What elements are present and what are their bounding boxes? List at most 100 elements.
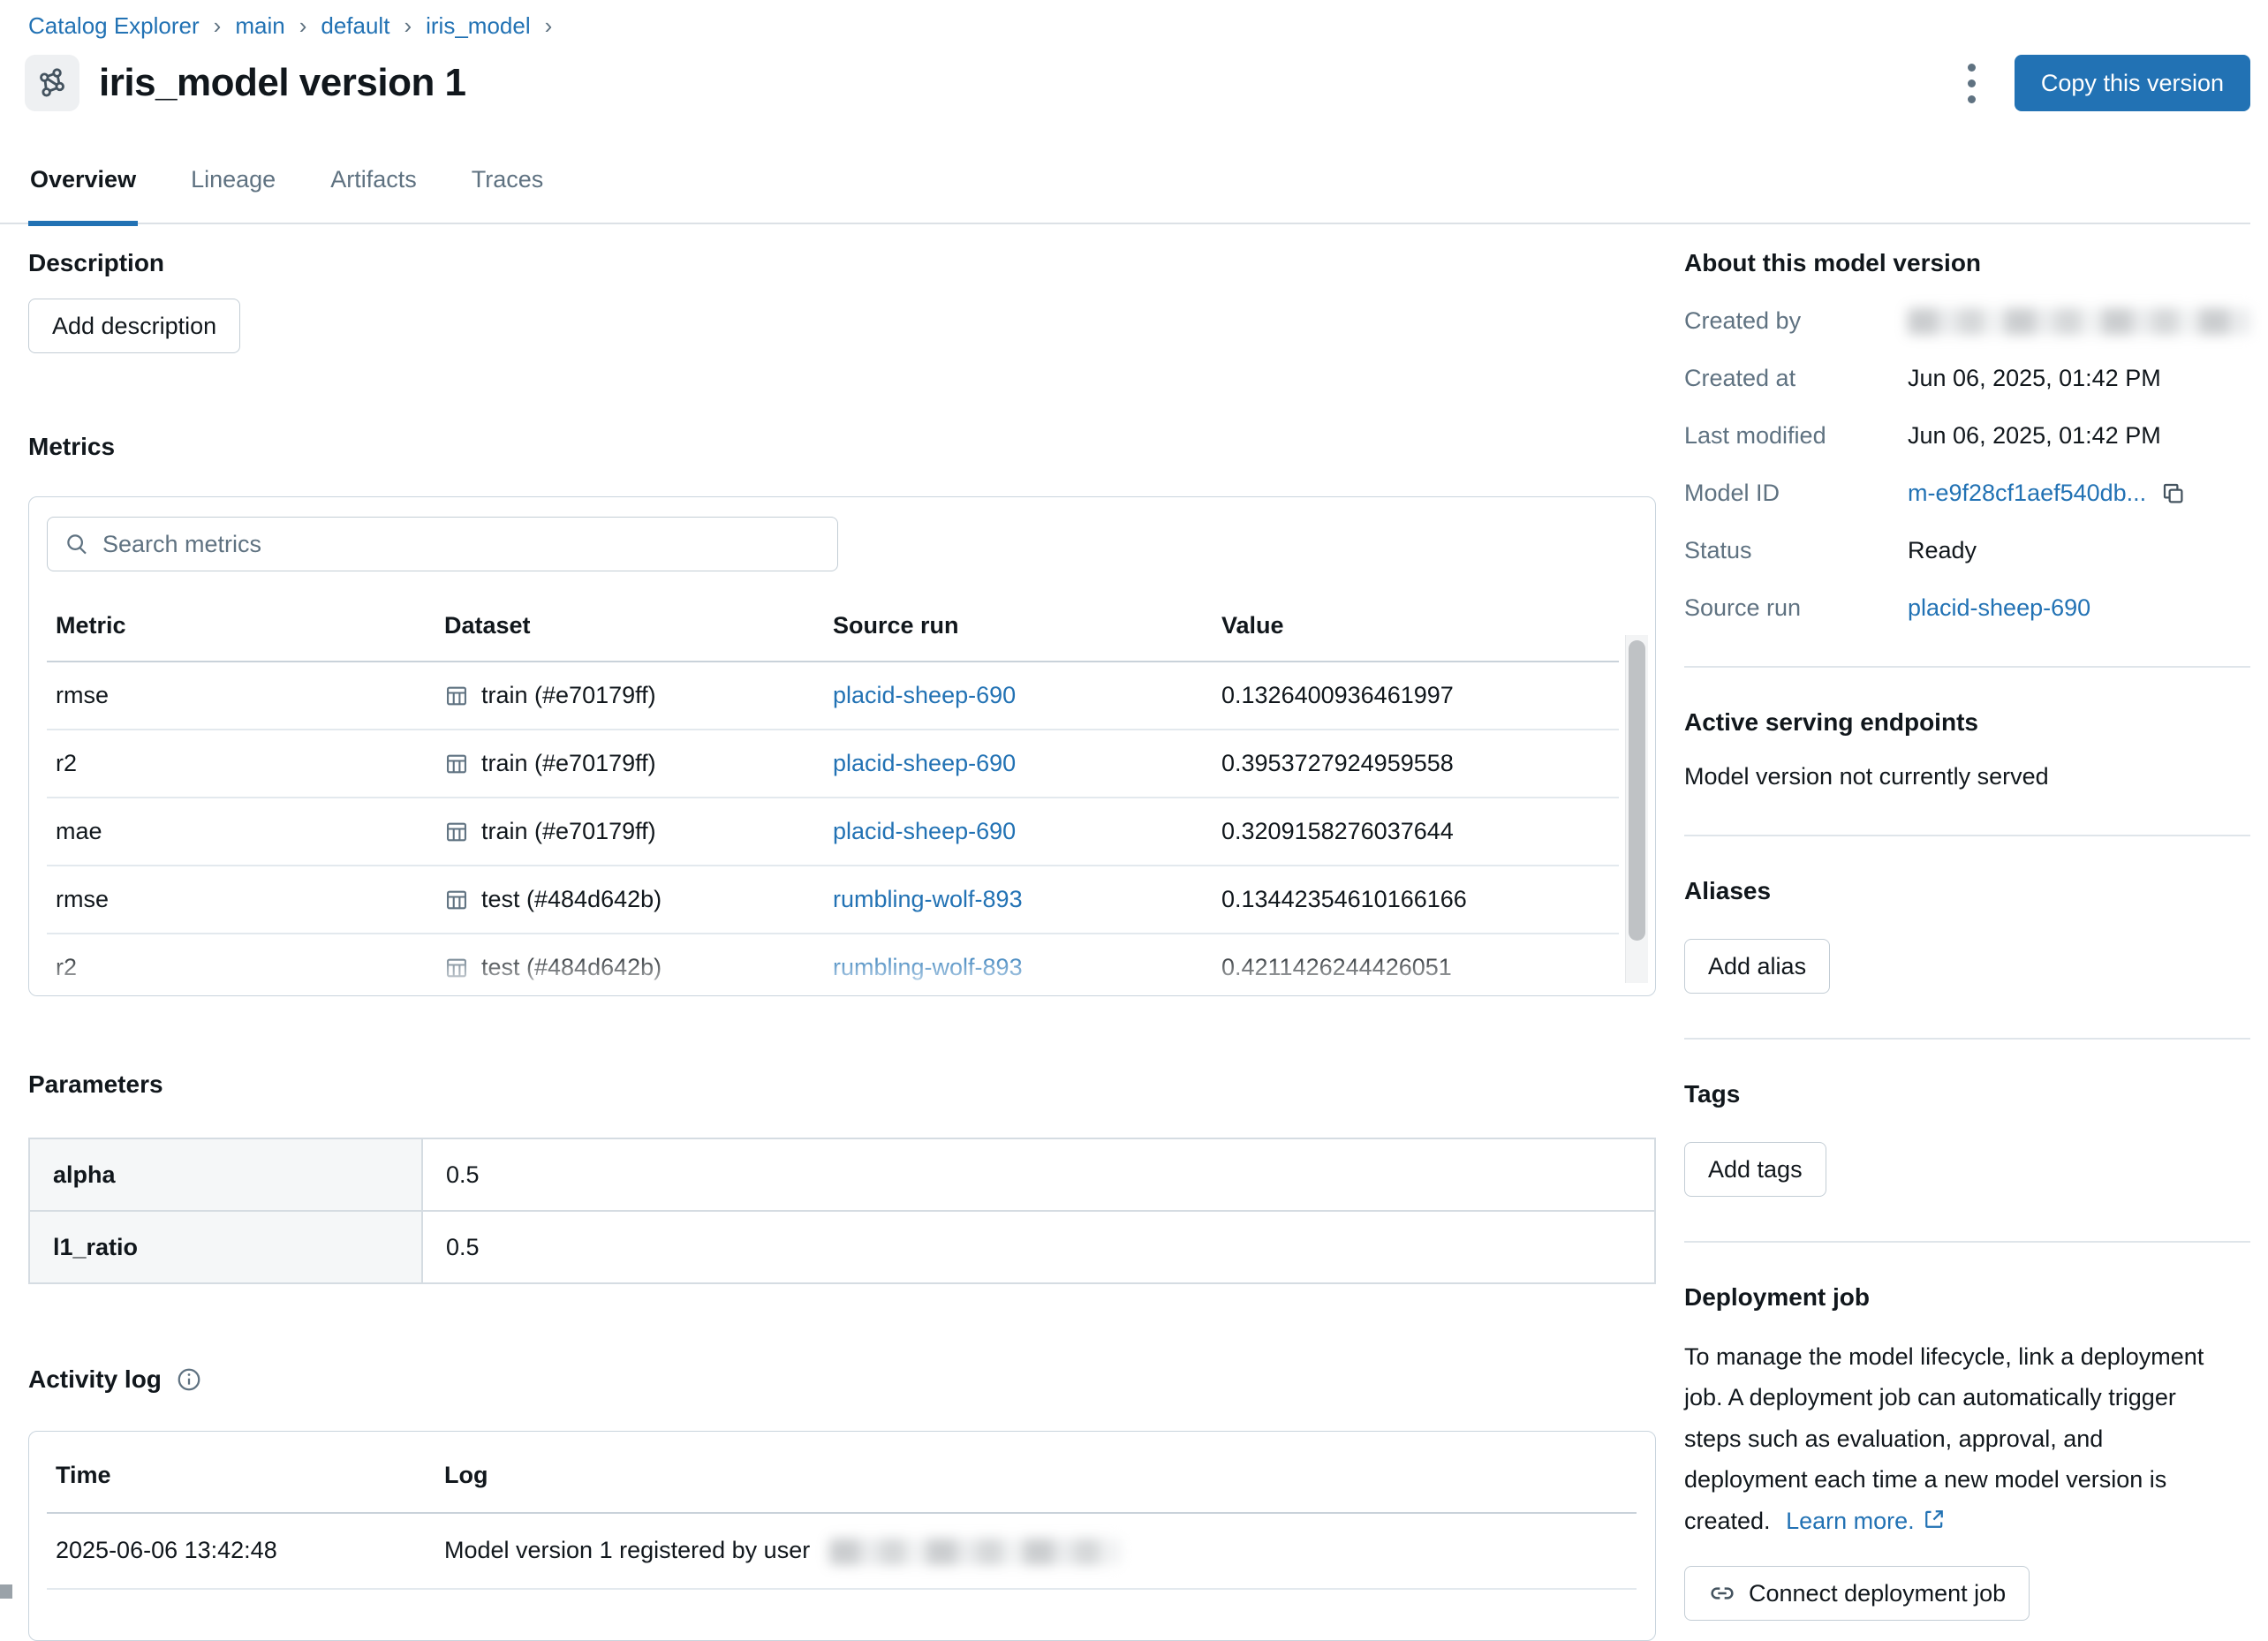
parameter-key: l1_ratio <box>29 1211 422 1283</box>
created-by-label: Created by <box>1684 307 1908 335</box>
metrics-col-dataset: Dataset <box>435 589 824 662</box>
metric-name: rmse <box>47 866 435 934</box>
search-metrics-input[interactable] <box>102 531 821 558</box>
model-graph-icon <box>35 66 69 100</box>
page-title: iris_model version 1 <box>99 61 466 105</box>
breadcrumb-separator: › <box>404 12 412 40</box>
tab-overview[interactable]: Overview <box>28 157 138 224</box>
tags-heading: Tags <box>1684 1080 2250 1108</box>
breadcrumb: Catalog Explorer › main › default › iris… <box>28 12 552 40</box>
created-at-label: Created at <box>1684 365 1908 392</box>
table-icon <box>444 820 469 844</box>
aliases-heading: Aliases <box>1684 877 2250 905</box>
info-icon[interactable] <box>176 1366 202 1393</box>
parameter-value: 0.5 <box>422 1138 1655 1211</box>
deployment-job-description: To manage the model lifecycle, link a de… <box>1684 1336 2232 1541</box>
learn-more-link[interactable]: Learn more. <box>1786 1508 1915 1534</box>
metrics-col-value: Value <box>1213 589 1619 662</box>
metrics-table: Metric Dataset Source run Value rmse tra… <box>47 589 1619 996</box>
add-description-button[interactable]: Add description <box>28 299 240 353</box>
metrics-heading: Metrics <box>28 433 1658 461</box>
activity-log-card: Time Log 2025-06-06 13:42:48 Model versi… <box>28 1431 1656 1641</box>
metrics-card: Metric Dataset Source run Value rmse tra… <box>28 496 1656 996</box>
table-icon <box>444 956 469 980</box>
table-row: rmse train (#e70179ff) placid-sheep-690 … <box>47 662 1619 730</box>
breadcrumb-separator: › <box>214 12 222 40</box>
serving-empty-text: Model version not currently served <box>1684 763 2250 790</box>
copy-icon[interactable] <box>2160 480 2187 507</box>
activity-log-text: Model version 1 registered by user <box>435 1513 1637 1589</box>
metrics-search-box <box>47 517 838 571</box>
dataset-name: test (#484d642b) <box>481 954 662 981</box>
external-link-icon <box>1922 1507 1947 1531</box>
breadcrumb-iris-model[interactable]: iris_model <box>426 12 531 40</box>
parameter-value: 0.5 <box>422 1211 1655 1283</box>
metric-name: rmse <box>47 662 435 730</box>
metrics-col-source-run: Source run <box>824 589 1213 662</box>
search-icon <box>64 531 90 557</box>
source-run-link[interactable]: rumbling-wolf-893 <box>833 954 1023 980</box>
activity-log-heading: Activity log <box>28 1365 162 1394</box>
last-modified-label: Last modified <box>1684 422 1908 450</box>
metric-name: r2 <box>47 730 435 798</box>
table-row: mae train (#e70179ff) placid-sheep-690 0… <box>47 798 1619 866</box>
activity-log-table: Time Log 2025-06-06 13:42:48 Model versi… <box>47 1432 1637 1590</box>
tab-lineage[interactable]: Lineage <box>189 157 277 224</box>
source-run-link[interactable]: rumbling-wolf-893 <box>833 886 1023 912</box>
redacted-created-by <box>1908 308 2250 335</box>
created-at-value: Jun 06, 2025, 01:42 PM <box>1908 365 2250 392</box>
table-row: alpha 0.5 <box>29 1138 1655 1211</box>
redacted-user-email <box>829 1539 1121 1565</box>
table-icon <box>444 684 469 708</box>
tab-artifacts[interactable]: Artifacts <box>329 157 419 224</box>
source-run-link[interactable]: placid-sheep-690 <box>833 818 1016 844</box>
breadcrumb-separator: › <box>545 12 553 40</box>
link-icon <box>1708 1579 1736 1607</box>
breadcrumb-separator: › <box>299 12 307 40</box>
model-id-link[interactable]: m-e9f28cf1aef540db... <box>1908 480 2146 507</box>
divider <box>1684 1241 2250 1243</box>
model-version-page: { "breadcrumb": { "items": ["Catalog Exp… <box>0 0 2268 1599</box>
table-icon <box>444 888 469 912</box>
model-icon-chip <box>25 55 79 111</box>
table-row: 2025-06-06 13:42:48 Model version 1 regi… <box>47 1513 1637 1589</box>
parameter-key: alpha <box>29 1138 422 1211</box>
connect-deployment-job-button[interactable]: Connect deployment job <box>1684 1566 2030 1621</box>
source-run-link[interactable]: placid-sheep-690 <box>833 750 1016 776</box>
about-sidebar: About this model version Created by Crea… <box>1684 249 2250 1621</box>
activity-col-time: Time <box>47 1432 435 1513</box>
about-grid: Created by Created at Jun 06, 2025, 01:4… <box>1684 307 2250 622</box>
metrics-scrollbar-thumb[interactable] <box>1629 640 1645 941</box>
copy-this-version-button[interactable]: Copy this version <box>2015 55 2250 111</box>
divider <box>1684 1038 2250 1040</box>
breadcrumb-default[interactable]: default <box>321 12 389 40</box>
tab-traces[interactable]: Traces <box>470 157 546 224</box>
metric-name: r2 <box>47 934 435 996</box>
status-value: Ready <box>1908 537 2250 564</box>
source-run-link[interactable]: placid-sheep-690 <box>833 682 1016 708</box>
breadcrumb-main[interactable]: main <box>235 12 284 40</box>
dataset-name: train (#e70179ff) <box>481 682 656 709</box>
sidebar-source-run-link[interactable]: placid-sheep-690 <box>1908 594 2090 622</box>
metric-name: mae <box>47 798 435 866</box>
divider <box>1684 666 2250 668</box>
parameters-table: alpha 0.5 l1_ratio 0.5 <box>28 1138 1656 1284</box>
metrics-scrollbar[interactable] <box>1625 635 1648 983</box>
breadcrumb-catalog-explorer[interactable]: Catalog Explorer <box>28 12 200 40</box>
tab-bar: Overview Lineage Artifacts Traces <box>0 157 2250 224</box>
dataset-name: train (#e70179ff) <box>481 750 656 777</box>
metric-value: 0.4211426244426051 <box>1213 934 1619 996</box>
kebab-menu-button[interactable] <box>1953 57 1992 110</box>
dataset-name: train (#e70179ff) <box>481 818 656 845</box>
metric-value: 0.3953727924959558 <box>1213 730 1619 798</box>
metrics-header-row: Metric Dataset Source run Value <box>47 589 1619 662</box>
add-alias-button[interactable]: Add alias <box>1684 939 1830 994</box>
add-tags-button[interactable]: Add tags <box>1684 1142 1826 1197</box>
last-modified-value: Jun 06, 2025, 01:42 PM <box>1908 422 2250 450</box>
title-bar: iris_model version 1 Copy this version <box>25 55 2250 111</box>
about-heading: About this model version <box>1684 249 2250 277</box>
metric-value: 0.13442354610166166 <box>1213 866 1619 934</box>
activity-time: 2025-06-06 13:42:48 <box>47 1513 435 1589</box>
corner-artifact <box>0 1584 12 1599</box>
table-row: r2 train (#e70179ff) placid-sheep-690 0.… <box>47 730 1619 798</box>
